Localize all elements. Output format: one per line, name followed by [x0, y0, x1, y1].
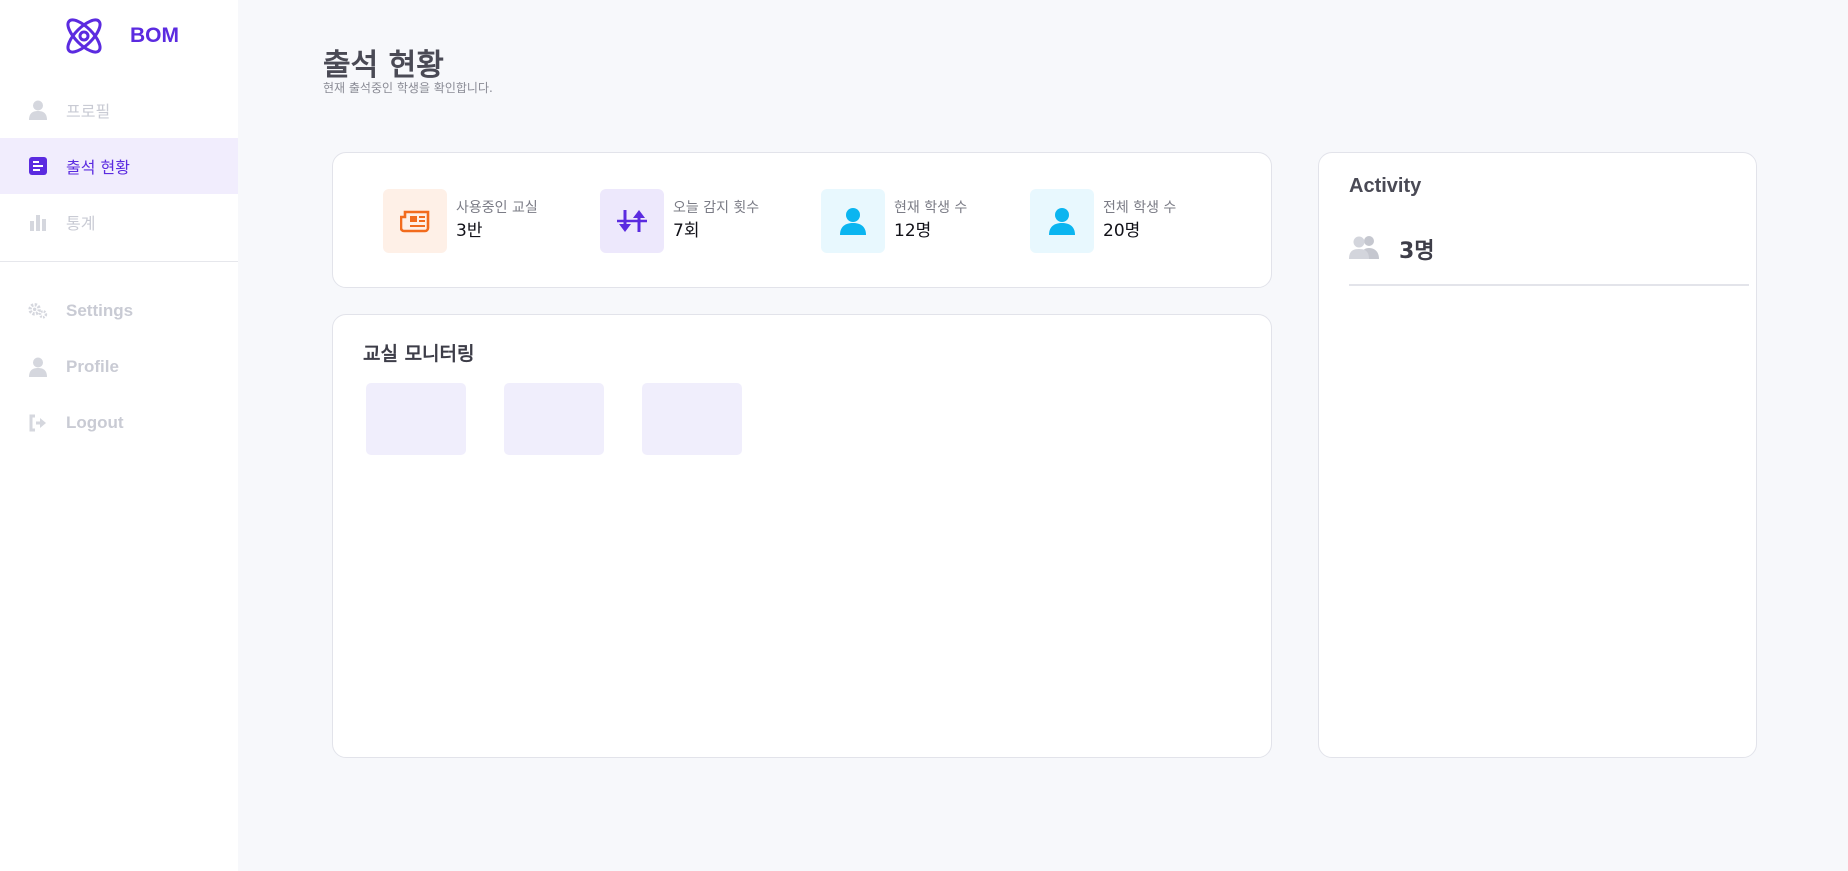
room-tile[interactable] — [504, 383, 604, 455]
atom-logo-icon — [66, 18, 102, 54]
sidebar-item-label: 출석 현황 — [66, 158, 130, 177]
brand-name: BOM — [130, 24, 179, 47]
stat-label: 현재 학생 수 — [894, 200, 968, 216]
sidebar-item-label: Settings — [66, 301, 134, 320]
stat-total-students: 전체 학생 수 20명 — [1030, 189, 1176, 253]
activity-count: 3명 — [1399, 239, 1435, 264]
page-title: 출석 현황 — [323, 48, 444, 83]
stat-value: 3반 — [456, 221, 483, 241]
stat-current-students: 현재 학생 수 12명 — [821, 189, 967, 253]
stat-value: 7회 — [673, 221, 700, 241]
user-icon — [821, 189, 885, 253]
sidebar-item-label: Profile — [66, 357, 119, 376]
stat-label: 사용중인 교실 — [456, 200, 538, 216]
room-tile[interactable] — [366, 383, 466, 455]
sidebar-item-logout[interactable]: Logout — [0, 395, 238, 451]
stat-value: 12명 — [894, 221, 932, 241]
sidebar-item-profile[interactable]: Profile — [0, 339, 238, 395]
stat-label: 오늘 감지 횟수 — [673, 200, 760, 216]
stat-rooms-in-use: 사용중인 교실 3반 — [383, 189, 538, 253]
sidebar-divider — [0, 261, 238, 262]
activity-divider — [1349, 284, 1749, 286]
sidebar: BOM 프로필 출석 현황 통계 Settings Profile Logout — [0, 0, 238, 871]
stat-detections-today: 오늘 감지 횟수 7회 — [600, 189, 759, 253]
monitor-title: 교실 모니터링 — [363, 343, 475, 365]
room-tile[interactable] — [642, 383, 742, 455]
sidebar-item-profile-ko[interactable]: 프로필 — [0, 82, 238, 138]
sidebar-item-settings[interactable]: Settings — [0, 283, 238, 339]
stat-value: 20명 — [1103, 221, 1141, 241]
activity-title: Activity — [1349, 175, 1422, 197]
stat-label: 전체 학생 수 — [1103, 200, 1177, 216]
sidebar-item-label: 통계 — [66, 214, 96, 233]
sidebar-item-statistics[interactable]: 통계 — [0, 194, 238, 250]
users-icon — [1349, 235, 1379, 263]
sidebar-item-attendance[interactable]: 출석 현황 — [0, 138, 238, 194]
logout-icon — [28, 413, 48, 433]
report-icon — [28, 156, 48, 176]
sidebar-item-label: Logout — [66, 413, 124, 432]
stats-card: 사용중인 교실 3반 오늘 감지 횟수 7회 현재 학생 수 12명 전체 학생… — [332, 152, 1272, 288]
classroom-monitor-card: 교실 모니터링 — [332, 314, 1272, 758]
activity-row: 3명 — [1349, 233, 1435, 265]
user-icon — [28, 100, 48, 120]
activity-card: Activity 3명 — [1318, 152, 1757, 758]
newspaper-icon — [383, 189, 447, 253]
user-icon — [1030, 189, 1094, 253]
gears-icon — [28, 301, 48, 321]
page-subtitle: 현재 출석중인 학생을 확인합니다. — [323, 81, 493, 95]
bar-chart-icon — [28, 212, 48, 232]
user-icon — [28, 357, 48, 377]
up-down-arrows-icon — [600, 189, 664, 253]
sidebar-item-label: 프로필 — [66, 102, 111, 121]
brand[interactable]: BOM — [62, 14, 179, 58]
